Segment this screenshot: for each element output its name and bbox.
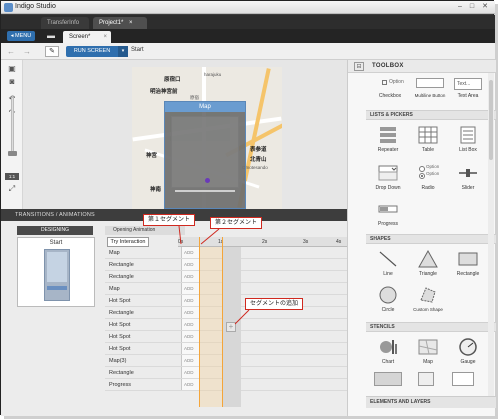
callout-pointer (234, 309, 250, 325)
app-window: Indigo Studio – □ ✕ TransferInfo Project… (0, 0, 496, 416)
callout-segment-2: 第２セグメント (210, 217, 263, 229)
callout-add-segment: セグメントの追加 (245, 298, 304, 310)
callout-pointer (178, 225, 182, 245)
callout-segment-1: 第１セグメント (143, 214, 196, 226)
callout-pointer (200, 228, 220, 245)
callout-arrows (178, 225, 250, 325)
